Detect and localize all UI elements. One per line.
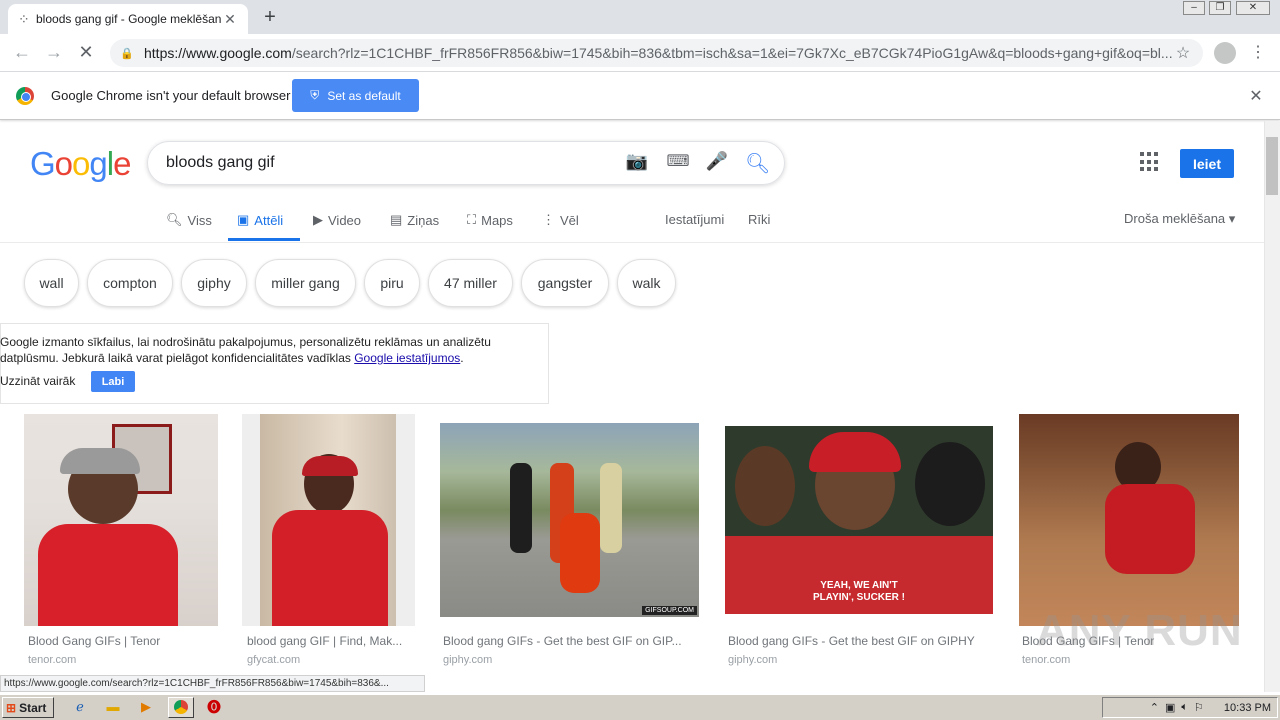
ie-icon[interactable]: ℯ <box>71 699 89 715</box>
search-icon[interactable]: 🔍︎ <box>745 151 770 176</box>
chip-gangster[interactable]: gangster <box>521 259 609 307</box>
anyrun-watermark: ANY RUN <box>1036 606 1243 655</box>
dropdown-arrow-icon: ▾ <box>1228 211 1236 226</box>
image-caption: YEAH, WE AIN'T PLAYIN', SUCKER ! <box>812 580 906 603</box>
network-icon[interactable]: ▣ <box>1165 701 1175 714</box>
status-bar-url: https://www.google.com/search?rlz=1C1CHB… <box>0 675 425 692</box>
chip-piru[interactable]: piru <box>364 259 420 307</box>
chrome-menu-icon[interactable]: ⋮ <box>1248 42 1268 64</box>
tab-title: bloods gang gif - Google meklēšana <box>36 12 222 26</box>
url-text[interactable]: https://www.google.com/search?rlz=1C1CHB… <box>144 45 1173 61</box>
search-icon: 🔍︎ <box>166 212 183 227</box>
logo-letter: G <box>30 145 56 182</box>
media-player-icon[interactable]: ▶ <box>137 699 155 715</box>
learn-more-link[interactable]: Uzzināt vairāk <box>0 374 75 388</box>
tab-video[interactable]: ▶ Video <box>313 212 361 228</box>
keyboard-icon[interactable]: ⌨ <box>666 151 690 171</box>
image-icon: ▣ <box>237 212 250 227</box>
tab-all[interactable]: 🔍︎ Viss <box>166 212 212 228</box>
clock[interactable]: 10:33 PM <box>1224 702 1271 714</box>
logo-letter: e <box>113 145 131 182</box>
result-site-1: tenor.com <box>28 654 77 666</box>
set-as-default-button[interactable]: ⛨ Set as default <box>292 79 419 112</box>
news-icon: ▤ <box>390 212 403 227</box>
flag-icon[interactable]: ⚐ <box>1194 701 1204 714</box>
tab-news[interactable]: ▤ Ziņas <box>390 212 439 228</box>
video-icon: ▶ <box>313 212 323 227</box>
back-button[interactable]: ← <box>10 40 34 64</box>
start-button[interactable]: ⊞ Start <box>2 697 54 718</box>
profile-avatar[interactable] <box>1214 42 1236 64</box>
result-title-1[interactable]: Blood Gang GIFs | Tenor <box>28 634 218 648</box>
forward-button[interactable]: → <box>42 40 66 64</box>
chip-compton[interactable]: compton <box>87 259 173 307</box>
logo-letter: o <box>72 145 90 182</box>
warning-app-icon[interactable]: ⓿ <box>205 699 223 715</box>
chrome-logo-icon <box>16 87 34 105</box>
result-image-2[interactable] <box>242 414 415 626</box>
result-site-2: gfycat.com <box>247 654 301 666</box>
tools-link[interactable]: Rīki <box>748 212 770 227</box>
settings-link[interactable]: Iestatījumi <box>665 212 724 227</box>
address-bar[interactable]: 🔒 https://www.google.com/search?rlz=1C1C… <box>110 39 1203 67</box>
scrollbar-thumb[interactable] <box>1266 137 1278 195</box>
minimize-button[interactable]: – <box>1183 1 1205 15</box>
close-window-button[interactable]: ✕ <box>1236 1 1270 15</box>
vertical-scrollbar[interactable] <box>1264 121 1280 692</box>
camera-icon[interactable]: 📷 <box>625 151 649 172</box>
apps-grid-icon[interactable] <box>1140 152 1160 172</box>
folder-icon[interactable]: ▬ <box>104 699 122 715</box>
google-settings-link[interactable]: Google iestatījumos <box>354 351 460 365</box>
shield-icon: ⛨ <box>310 88 320 102</box>
result-image-3[interactable]: GIFSOUP.COM <box>440 423 699 617</box>
lock-icon: 🔒 <box>120 47 134 60</box>
loading-icon: ⁘ <box>18 10 30 27</box>
windows-logo-icon: ⊞ <box>6 700 17 715</box>
new-tab-button[interactable]: + <box>258 6 282 29</box>
chrome-taskbar-button[interactable] <box>168 697 194 718</box>
gifsoup-watermark: GIFSOUP.COM <box>642 606 697 615</box>
volume-icon[interactable]: 🔈︎ <box>1181 701 1188 714</box>
active-tab-indicator <box>228 238 300 241</box>
result-image-5[interactable] <box>1019 414 1239 626</box>
microphone-icon[interactable]: 🎤 <box>705 151 729 172</box>
search-input[interactable]: bloods gang gif <box>166 154 275 172</box>
browser-tab[interactable]: ⁘ bloods gang gif - Google meklēšana ✕ <box>8 4 248 34</box>
restore-button[interactable]: ❐ <box>1209 1 1231 15</box>
tab-close-icon[interactable]: ✕ <box>222 11 238 28</box>
result-image-1[interactable] <box>24 414 218 626</box>
tab-images[interactable]: ▣ Attēli <box>237 212 283 228</box>
sign-in-button[interactable]: Ieiet <box>1180 149 1234 178</box>
chip-47-miller[interactable]: 47 miller <box>428 259 513 307</box>
tab-more[interactable]: ⋮ Vēl <box>542 212 579 228</box>
tab-maps[interactable]: ⛶ Maps <box>467 212 513 228</box>
result-title-4[interactable]: Blood gang GIFs - Get the best GIF on GI… <box>728 634 990 648</box>
chip-giphy[interactable]: giphy <box>181 259 247 307</box>
logo-letter: g <box>89 145 107 182</box>
result-title-3[interactable]: Blood gang GIFs - Get the best GIF on GI… <box>443 634 699 648</box>
system-tray: ⌃ ▣ 🔈︎ ⚐ 10:33 PM <box>1102 697 1278 718</box>
chip-wall[interactable]: wall <box>24 259 79 307</box>
stop-loading-button[interactable]: ✕ <box>74 40 98 64</box>
set-as-default-label: Set as default <box>327 88 401 103</box>
cookie-ok-button[interactable]: Labi <box>91 371 135 392</box>
more-icon: ⋮ <box>542 212 555 227</box>
result-image-4[interactable]: YEAH, WE AIN'T PLAYIN', SUCKER ! <box>725 426 993 614</box>
logo-letter: o <box>54 145 73 182</box>
infobar-message: Google Chrome isn't your default browser <box>51 88 291 103</box>
google-logo[interactable]: Google <box>30 145 131 183</box>
result-site-3: giphy.com <box>443 654 493 666</box>
result-site-4: giphy.com <box>728 654 778 666</box>
bookmark-star-icon[interactable]: ☆ <box>1173 43 1193 63</box>
chip-walk[interactable]: walk <box>617 259 676 307</box>
cookie-text: Google izmanto sīkfailus, lai nodrošināt… <box>0 335 491 365</box>
infobar-close-icon[interactable]: ✕ <box>1248 86 1264 106</box>
chrome-icon <box>174 700 188 714</box>
result-title-2[interactable]: blood gang GIF | Find, Mak... <box>247 634 415 648</box>
map-icon: ⛶ <box>467 212 477 227</box>
chip-miller-gang[interactable]: miller gang <box>255 259 356 307</box>
safesearch-dropdown[interactable]: Droša meklēšana ▾ <box>1124 211 1235 227</box>
tray-arrow-icon[interactable]: ⌃ <box>1150 701 1159 714</box>
